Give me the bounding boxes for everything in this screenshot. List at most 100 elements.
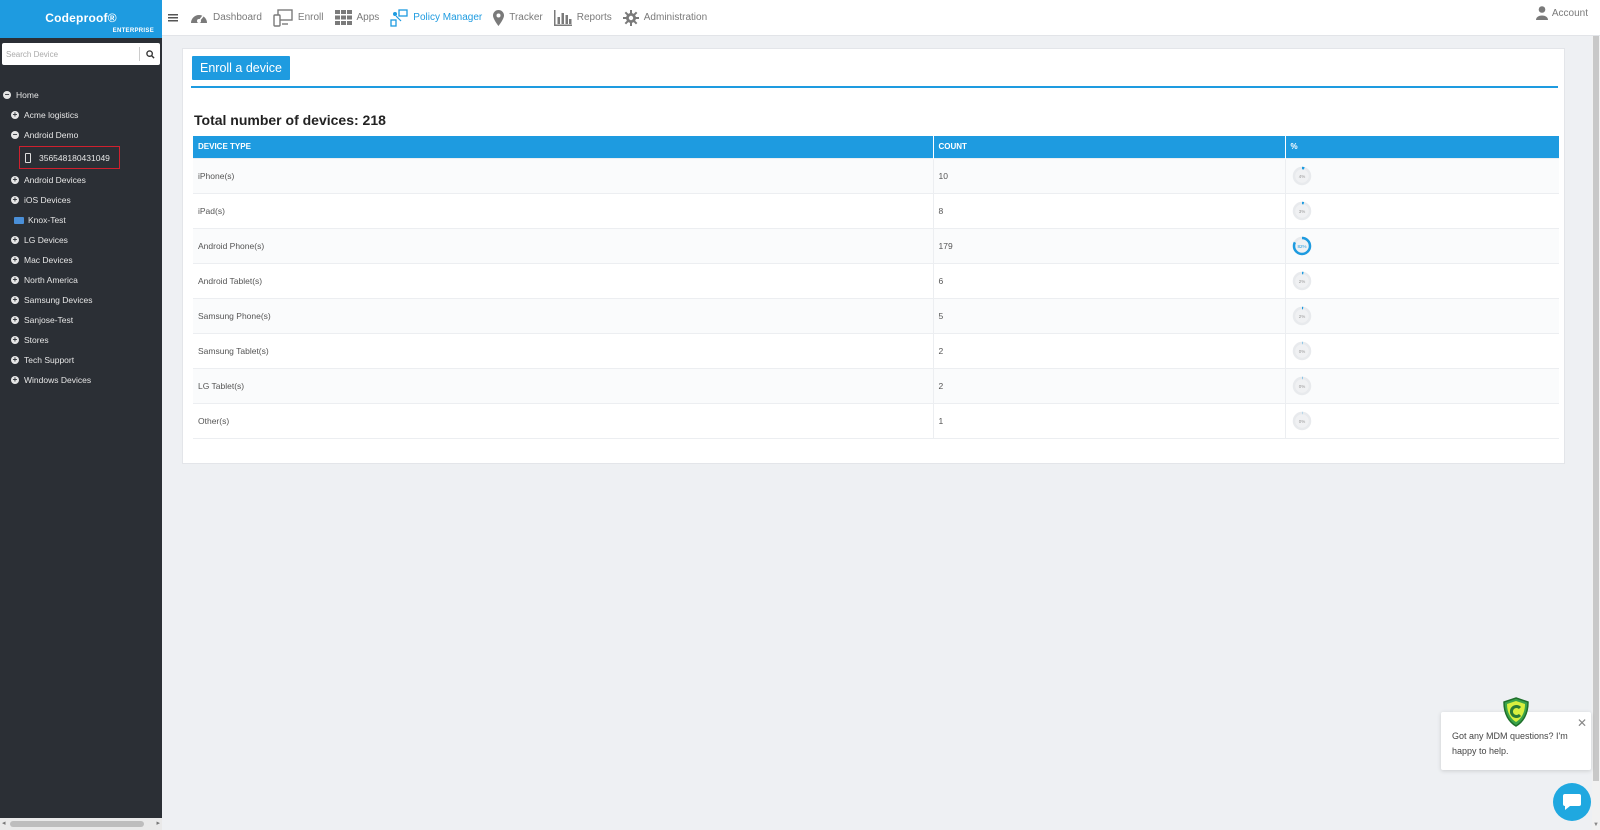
tree-item-acme-logistics[interactable]: + Acme logistics bbox=[0, 105, 162, 125]
percent-cell: 0% bbox=[1285, 402, 1559, 439]
search-icon bbox=[145, 49, 155, 59]
tree-item-knox-test[interactable]: Knox-Test bbox=[0, 210, 162, 230]
expand-icon[interactable]: + bbox=[11, 316, 19, 324]
percent-donut: 2% bbox=[1292, 306, 1311, 325]
table-row[interactable]: Samsung Phone(s) 5 2% bbox=[193, 297, 1559, 333]
expand-icon[interactable]: + bbox=[11, 176, 19, 184]
expand-icon[interactable]: + bbox=[11, 196, 19, 204]
brand-logo[interactable]: Codeproof® ENTERPRISE bbox=[0, 0, 162, 38]
chat-bubble-icon bbox=[1563, 794, 1581, 810]
expand-icon[interactable]: + bbox=[11, 236, 19, 244]
device-type-cell: LG Tablet(s) bbox=[193, 367, 934, 403]
table-row[interactable]: Android Tablet(s) 6 2% bbox=[193, 262, 1559, 298]
percent-cell: 2% bbox=[1285, 297, 1559, 333]
nav-administration[interactable]: Administration bbox=[622, 0, 707, 36]
tree-item-label: Tech Support bbox=[24, 355, 75, 365]
table-row[interactable]: Other(s) 1 0% bbox=[193, 402, 1559, 439]
collapse-icon[interactable]: − bbox=[11, 131, 19, 139]
table-row[interactable]: iPhone(s) 10 4% bbox=[193, 157, 1559, 193]
device-type-cell: Other(s) bbox=[193, 402, 934, 439]
map-pin-icon bbox=[493, 9, 505, 26]
tree-item-label: iOS Devices bbox=[24, 195, 71, 205]
nav-tracker[interactable]: Tracker bbox=[493, 0, 543, 36]
nav-policy-manager[interactable]: Policy Manager bbox=[390, 0, 482, 36]
nav-apps[interactable]: Apps bbox=[334, 0, 380, 36]
search-input[interactable] bbox=[2, 43, 139, 65]
tree-item-ios-devices[interactable]: + iOS Devices bbox=[0, 190, 162, 210]
tree-item-android-devices[interactable]: + Android Devices bbox=[0, 170, 162, 190]
scroll-right-arrow-icon[interactable]: ▸ bbox=[156, 819, 160, 827]
expand-icon[interactable]: + bbox=[11, 356, 19, 364]
search-button[interactable] bbox=[140, 43, 160, 65]
tree-item-label: Home bbox=[16, 90, 39, 100]
count-cell: 10 bbox=[933, 157, 1286, 193]
close-icon[interactable]: ✕ bbox=[1577, 716, 1587, 730]
device-type-cell: Samsung Phone(s) bbox=[193, 297, 934, 333]
percent-cell: 2% bbox=[1285, 262, 1559, 298]
top-navigation: Dashboard Enroll Apps Policy Manager Tra… bbox=[162, 0, 1600, 36]
tree-item-mac-devices[interactable]: + Mac Devices bbox=[0, 250, 162, 270]
device-tree: − Home + Acme logistics − Android Demo 3… bbox=[0, 85, 162, 390]
nav-label: Tracker bbox=[509, 12, 543, 23]
percent-donut: 3% bbox=[1292, 201, 1311, 220]
donut-percent-label: 2% bbox=[1298, 278, 1305, 283]
tree-item-label: Sanjose-Test bbox=[24, 315, 74, 325]
nav-label: Enroll bbox=[297, 12, 324, 23]
nav-reports[interactable]: Reports bbox=[553, 0, 612, 36]
sidebar-horizontal-scrollbar[interactable]: ◂ ▸ bbox=[0, 818, 162, 830]
nav-enroll[interactable]: Enroll bbox=[273, 0, 324, 36]
nav-label: Apps bbox=[356, 12, 380, 23]
count-cell: 1 bbox=[933, 402, 1286, 439]
tree-item-samsung-devices[interactable]: + Samsung Devices bbox=[0, 290, 162, 310]
expand-icon[interactable]: + bbox=[11, 376, 19, 384]
scrollbar-thumb[interactable] bbox=[10, 821, 144, 827]
column-header-count[interactable]: COUNT bbox=[933, 136, 1286, 158]
percent-donut: 82% bbox=[1292, 236, 1311, 255]
scroll-down-arrow-icon[interactable]: ▼ bbox=[1593, 822, 1599, 828]
column-header-percent[interactable]: % bbox=[1285, 136, 1559, 158]
collapse-icon[interactable]: − bbox=[3, 91, 11, 99]
tree-item-device-selected[interactable]: 356548180431049 bbox=[19, 146, 120, 169]
device-type-cell: iPhone(s) bbox=[193, 157, 934, 193]
brand-edition: ENTERPRISE bbox=[112, 28, 154, 34]
tree-item-label: Windows Devices bbox=[24, 375, 92, 385]
table-row[interactable]: Android Phone(s) 179 82% bbox=[193, 227, 1559, 263]
page-vertical-scrollbar[interactable]: ▼ bbox=[1592, 36, 1600, 830]
tree-item-north-america[interactable]: + North America bbox=[0, 270, 162, 290]
tree-item-label: Android Demo bbox=[24, 130, 79, 140]
policy-manager-icon bbox=[390, 8, 408, 27]
tree-item-home[interactable]: − Home bbox=[0, 85, 162, 105]
expand-icon[interactable]: + bbox=[11, 276, 19, 284]
tree-item-lg-devices[interactable]: + LG Devices bbox=[0, 230, 162, 250]
chat-launcher-button[interactable] bbox=[1553, 783, 1591, 821]
table-row[interactable]: iPad(s) 8 3% bbox=[193, 192, 1559, 228]
device-type-cell: iPad(s) bbox=[193, 192, 934, 228]
nav-label: Dashboard bbox=[213, 12, 262, 23]
table-row[interactable]: Samsung Tablet(s) 2 0% bbox=[193, 332, 1559, 368]
expand-icon[interactable]: + bbox=[11, 111, 19, 119]
column-header-device-type[interactable]: DEVICE TYPE bbox=[193, 136, 934, 158]
tree-item-android-demo[interactable]: − Android Demo bbox=[0, 125, 162, 145]
tree-item-sanjose-test[interactable]: + Sanjose-Test bbox=[0, 310, 162, 330]
account-menu[interactable]: Account bbox=[1535, 6, 1588, 20]
nav-dashboard[interactable]: Dashboard bbox=[190, 0, 262, 36]
donut-percent-label: 3% bbox=[1298, 208, 1305, 213]
enroll-device-button[interactable]: Enroll a device bbox=[192, 56, 290, 80]
device-id-label: 356548180431049 bbox=[39, 152, 110, 163]
hamburger-menu-button[interactable] bbox=[168, 9, 184, 27]
expand-icon[interactable]: + bbox=[11, 256, 19, 264]
tree-item-label: Stores bbox=[24, 335, 49, 345]
table-row[interactable]: LG Tablet(s) 2 0% bbox=[193, 367, 1559, 403]
nav-label: Policy Manager bbox=[413, 12, 483, 23]
expand-icon[interactable]: + bbox=[11, 296, 19, 304]
tree-item-stores[interactable]: + Stores bbox=[0, 330, 162, 350]
tree-item-tech-support[interactable]: + Tech Support bbox=[0, 350, 162, 370]
scrollbar-thumb[interactable] bbox=[1593, 36, 1599, 781]
expand-icon[interactable]: + bbox=[11, 336, 19, 344]
codeproof-shield-icon bbox=[1503, 697, 1529, 727]
hamburger-icon bbox=[168, 13, 178, 21]
scroll-left-arrow-icon[interactable]: ◂ bbox=[2, 819, 6, 827]
bar-chart-icon bbox=[553, 9, 572, 26]
donut-percent-label: 82% bbox=[1297, 243, 1306, 248]
tree-item-windows-devices[interactable]: + Windows Devices bbox=[0, 370, 162, 390]
